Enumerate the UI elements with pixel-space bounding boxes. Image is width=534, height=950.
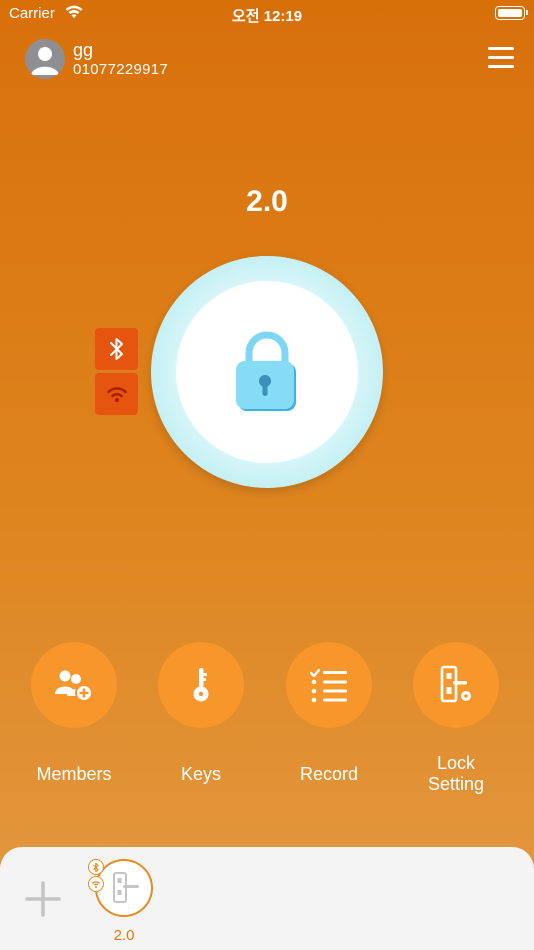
lock-inner-circle[interactable] xyxy=(176,281,358,463)
keys-label: Keys xyxy=(180,764,222,784)
record-action[interactable]: Record xyxy=(286,642,372,784)
plus-icon xyxy=(25,881,61,917)
record-button[interactable] xyxy=(286,642,372,728)
door-lock-icon xyxy=(113,872,139,903)
lock-title: 2.0 xyxy=(246,185,288,218)
record-list-icon xyxy=(309,668,347,703)
person-icon xyxy=(31,47,59,75)
lock-toggle-button[interactable] xyxy=(151,256,383,488)
device-tray: 2.0 xyxy=(0,847,534,950)
battery-icon xyxy=(495,6,528,20)
status-bar: Carrier 오전 12:19 xyxy=(0,0,534,28)
members-action[interactable]: Members xyxy=(31,642,117,784)
status-time: 오전 12:19 xyxy=(231,8,303,25)
keys-action[interactable]: Keys xyxy=(158,642,244,784)
lock-setting-label: Lock Setting xyxy=(427,753,485,794)
device-bluetooth-badge xyxy=(88,859,104,875)
menu-button[interactable] xyxy=(488,47,514,69)
keys-button[interactable] xyxy=(158,642,244,728)
bluetooth-icon xyxy=(93,862,99,872)
connection-status-panel xyxy=(95,328,138,415)
hamburger-icon xyxy=(488,47,514,50)
members-button[interactable] xyxy=(31,642,117,728)
key-icon xyxy=(193,668,209,702)
lock-setting-action[interactable]: Lock Setting xyxy=(413,642,499,794)
members-label: Members xyxy=(36,764,112,784)
unlocked-padlock-icon xyxy=(236,331,296,411)
record-label: Record xyxy=(299,764,359,784)
bluetooth-icon xyxy=(109,338,123,360)
wifi-icon xyxy=(91,880,101,888)
bluetooth-badge xyxy=(95,328,138,370)
device-label[interactable]: 2.0 xyxy=(95,927,153,944)
add-member-icon xyxy=(55,670,93,702)
wifi-icon xyxy=(106,387,127,402)
wifi-badge xyxy=(95,373,138,415)
user-avatar[interactable] xyxy=(25,39,65,79)
lock-setting-icon xyxy=(440,665,471,703)
device-wifi-badge xyxy=(88,876,104,892)
user-phone: 01077229917 xyxy=(73,61,169,78)
user-name: gg xyxy=(73,40,94,60)
add-device-button[interactable] xyxy=(25,881,61,917)
lock-setting-button[interactable] xyxy=(413,642,499,728)
